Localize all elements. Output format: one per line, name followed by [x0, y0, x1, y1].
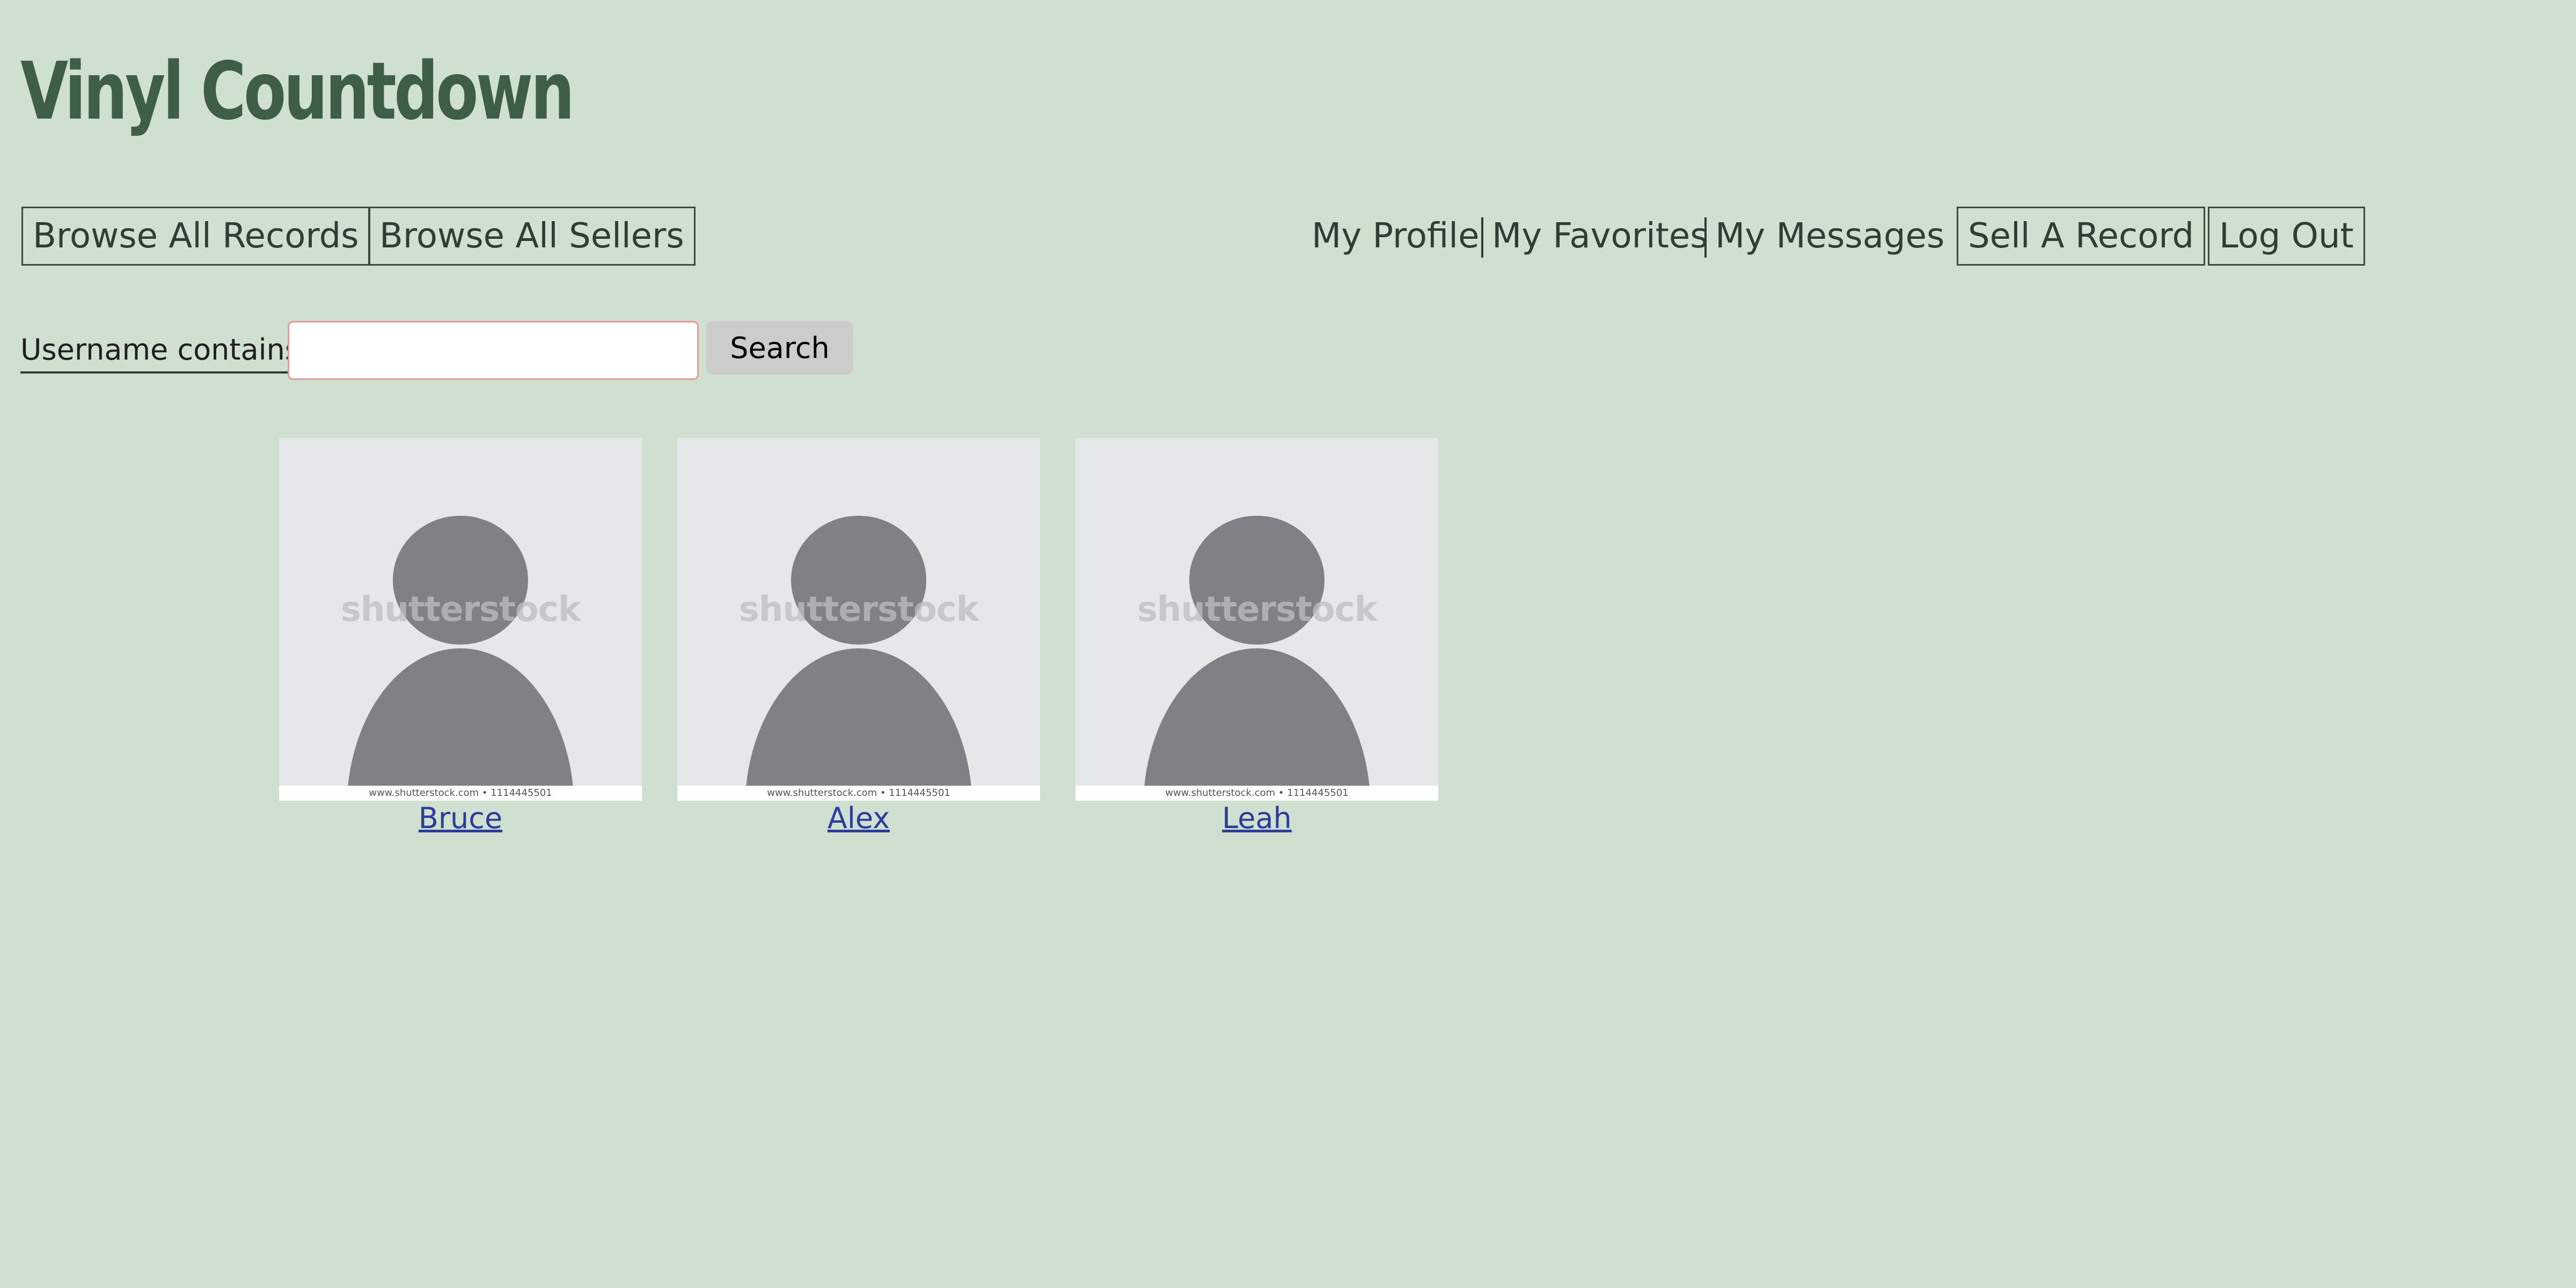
- browse-all-sellers-button[interactable]: Browse All Sellers: [368, 207, 696, 266]
- avatar-body-shape: [745, 648, 972, 801]
- my-favorites-link[interactable]: My Favorites: [1492, 207, 1708, 266]
- nav-divider: [1704, 217, 1707, 258]
- seller-card: shutterstock www.shutterstock.com • 1114…: [279, 438, 642, 836]
- seller-link-bruce[interactable]: Bruce: [279, 801, 642, 836]
- my-messages-link[interactable]: My Messages: [1715, 207, 1944, 266]
- seller-card: shutterstock www.shutterstock.com • 1114…: [677, 438, 1040, 836]
- seller-card: shutterstock www.shutterstock.com • 1114…: [1075, 438, 1438, 836]
- log-out-button[interactable]: Log Out: [2208, 207, 2365, 266]
- site-title: Vinyl Countdown: [20, 45, 575, 137]
- image-watermark: shutterstock: [1137, 590, 1378, 630]
- image-caption: www.shutterstock.com • 1114445501: [1075, 786, 1438, 801]
- image-watermark: shutterstock: [738, 590, 979, 630]
- avatar-placeholder-image[interactable]: shutterstock www.shutterstock.com • 1114…: [677, 438, 1040, 801]
- image-watermark: shutterstock: [340, 590, 581, 630]
- sell-a-record-button[interactable]: Sell A Record: [1957, 207, 2206, 266]
- seller-link-alex[interactable]: Alex: [677, 801, 1040, 836]
- browse-all-records-button[interactable]: Browse All Records: [21, 207, 370, 266]
- username-search-label: Username contains: [20, 328, 301, 374]
- avatar-placeholder-image[interactable]: shutterstock www.shutterstock.com • 1114…: [279, 438, 642, 801]
- image-caption: www.shutterstock.com • 1114445501: [677, 786, 1040, 801]
- page: Vinyl Countdown Browse All Records Brows…: [0, 0, 2576, 1288]
- username-search-input[interactable]: [288, 321, 699, 380]
- avatar-body-shape: [347, 648, 574, 801]
- nav-divider: [1481, 217, 1483, 258]
- image-caption: www.shutterstock.com • 1114445501: [279, 786, 642, 801]
- my-profile-link[interactable]: My Profile: [1312, 207, 1479, 266]
- avatar-body-shape: [1143, 648, 1371, 801]
- search-button[interactable]: Search: [706, 321, 853, 375]
- avatar-placeholder-image[interactable]: shutterstock www.shutterstock.com • 1114…: [1075, 438, 1438, 801]
- seller-link-leah[interactable]: Leah: [1075, 801, 1438, 836]
